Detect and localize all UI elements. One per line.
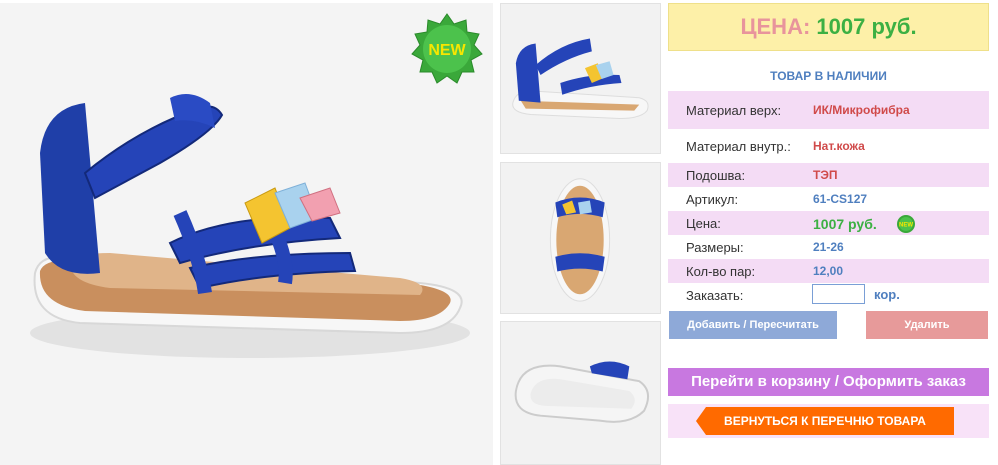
spec-row-price: Цена: 1007 руб. NEW — [668, 211, 989, 235]
spec-label: Размеры: — [686, 240, 744, 255]
delete-button[interactable]: Удалить — [866, 311, 988, 339]
price-value: 1007 руб. — [816, 14, 917, 39]
spec-label: Цена: — [686, 216, 721, 231]
spec-value: 61-CS127 — [813, 192, 868, 206]
add-recalculate-button[interactable]: Добавить / Пересчитать — [669, 311, 837, 339]
back-button-container: ВЕРНУТЬСЯ К ПЕРЕЧНЮ ТОВАРА — [668, 404, 989, 438]
go-to-cart-button[interactable]: Перейти в корзину / Оформить заказ — [668, 368, 989, 396]
spec-row-article: Артикул: 61-CS127 — [668, 187, 989, 211]
thumbnail-sole-view[interactable] — [500, 321, 661, 465]
new-badge-text: NEW — [428, 42, 466, 59]
spec-value: Нат.кожа — [813, 139, 865, 153]
order-label: Заказать: — [686, 288, 744, 303]
price-label: ЦЕНА: — [740, 14, 811, 39]
thumbnail-top-view[interactable] — [500, 162, 661, 314]
stock-status: ТОВАР В НАЛИЧИИ — [770, 69, 887, 83]
spec-value: ТЭП — [813, 168, 838, 182]
back-to-list-button[interactable]: ВЕРНУТЬСЯ К ПЕРЕЧНЮ ТОВАРА — [696, 407, 954, 435]
spec-row-material-top: Материал верх: ИК/Микрофибра — [668, 91, 989, 129]
order-quantity-input[interactable] — [812, 284, 865, 304]
product-info-panel: ЦЕНА: 1007 руб. ТОВАР В НАЛИЧИИ Материал… — [668, 3, 989, 438]
order-buttons: Добавить / Пересчитать Удалить — [668, 311, 989, 341]
spec-label: Артикул: — [686, 192, 739, 207]
spec-row-material-inner: Материал внутр.: Нат.кожа — [668, 129, 989, 163]
spec-value: 1007 руб. — [813, 216, 877, 232]
spec-label: Материал внутр.: — [686, 139, 791, 154]
order-row: Заказать: кор. — [668, 283, 989, 307]
spec-value: 12,00 — [813, 264, 844, 278]
spec-row-sole: Подошва: ТЭП — [668, 163, 989, 187]
spec-label: Подошва: — [686, 168, 746, 183]
price-header: ЦЕНА: 1007 руб. — [668, 3, 989, 51]
spec-label: Материал верх: — [686, 103, 782, 118]
spec-row-sizes: Размеры: 21-26 — [668, 235, 989, 259]
spec-value: 21-26 — [813, 240, 844, 254]
spec-value: ИК/Микрофибра — [813, 103, 910, 117]
order-unit: кор. — [874, 287, 900, 302]
spec-label: Кол-во пар: — [686, 264, 756, 279]
mini-new-text: NEW — [899, 223, 913, 229]
thumbnail-side-view[interactable] — [500, 3, 661, 154]
new-badge: NEW — [410, 12, 484, 86]
mini-new-badge: NEW — [896, 214, 916, 234]
spec-row-pairs: Кол-во пар: 12,00 — [668, 259, 989, 283]
